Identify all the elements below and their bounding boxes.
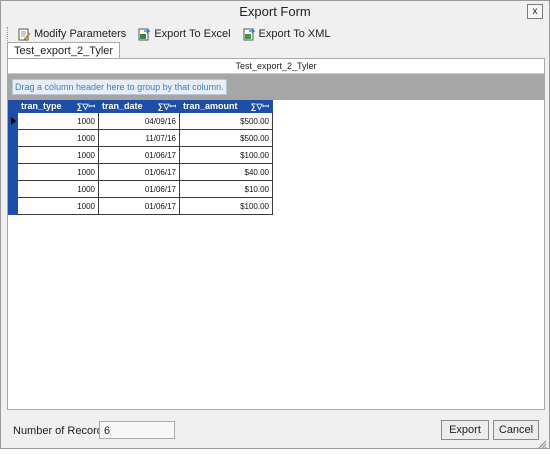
cell-tran-date[interactable]: 11/07/16 [98, 129, 180, 147]
window-title: Export Form [239, 4, 311, 19]
row-selector[interactable] [8, 146, 18, 164]
cancel-button[interactable]: Cancel [493, 420, 539, 440]
cell-tran-amount[interactable]: $40.00 [179, 163, 273, 181]
export-button[interactable]: Export [441, 420, 489, 440]
export-to-excel-button[interactable]: Export To Excel [138, 28, 231, 41]
export-form-window: Export Form x Modify Parameters Export T… [0, 0, 550, 449]
modify-parameters-label: Modify Parameters [34, 28, 127, 40]
sum-filter-pin-icon[interactable]: ∑▽ꟷ [158, 101, 176, 112]
table-row[interactable]: 1000 01/06/17 $40.00 [8, 163, 273, 181]
row-selector[interactable] [8, 180, 18, 198]
grid-caption: Test_export_2_Tyler [8, 59, 544, 74]
cell-tran-date[interactable]: 01/06/17 [98, 197, 180, 215]
modify-parameters-button[interactable]: Modify Parameters [18, 28, 126, 41]
table-row[interactable]: 1000 01/06/17 $10.00 [8, 180, 273, 198]
group-by-hint: Drag a column header here to group by th… [12, 79, 227, 95]
cell-tran-date[interactable]: 04/09/16 [98, 112, 180, 130]
row-selector[interactable] [8, 163, 18, 181]
excel-export-icon [138, 28, 151, 41]
table-row[interactable]: 1000 01/06/17 $100.00 [8, 197, 273, 215]
cell-tran-amount[interactable]: $500.00 [179, 129, 273, 147]
tab-test-export[interactable]: Test_export_2_Tyler [7, 42, 121, 59]
table-row[interactable]: 1000 11/07/16 $500.00 [8, 129, 273, 147]
resize-grip-icon[interactable] [537, 436, 547, 449]
cell-tran-amount[interactable]: $500.00 [179, 112, 273, 130]
sum-filter-pin-icon[interactable]: ∑▽ꟷ [251, 101, 269, 112]
data-grid: tran_type ∑▽ꟷ tran_date ∑▽ꟷ tran_amount … [8, 100, 273, 215]
cell-tran-type[interactable]: 1000 [17, 129, 99, 147]
export-to-xml-label: Export To XML [258, 28, 331, 40]
row-selector[interactable] [8, 112, 18, 130]
tab-strip: Test_export_2_Tyler [7, 42, 543, 59]
cell-tran-amount[interactable]: $100.00 [179, 197, 273, 215]
cell-tran-type[interactable]: 1000 [17, 146, 99, 164]
column-header-label: tran_date [102, 101, 143, 111]
table-row[interactable]: 1000 01/06/17 $100.00 [8, 146, 273, 164]
cell-tran-date[interactable]: 01/06/17 [98, 180, 180, 198]
cell-tran-date[interactable]: 01/06/17 [98, 146, 180, 164]
title-bar: Export Form x [1, 1, 549, 23]
export-to-excel-label: Export To Excel [154, 28, 231, 40]
row-selector[interactable] [8, 129, 18, 147]
column-header-label: tran_amount [183, 101, 238, 111]
column-header-tran-date[interactable]: tran_date ∑▽ꟷ [98, 100, 180, 113]
table-row[interactable]: 1000 04/09/16 $500.00 [8, 112, 273, 130]
cell-tran-type[interactable]: 1000 [17, 163, 99, 181]
toolbar: Modify Parameters Export To Excel Export… [7, 25, 343, 43]
edit-document-icon [18, 28, 31, 41]
cell-tran-date[interactable]: 01/06/17 [98, 163, 180, 181]
toolbar-grip-icon[interactable] [7, 27, 12, 41]
number-of-records-label: Number of Records [13, 425, 109, 437]
export-to-xml-button[interactable]: Export To XML [243, 28, 331, 41]
tab-panel: Test_export_2_Tyler Drag a column header… [7, 58, 545, 410]
current-row-arrow-icon [11, 117, 16, 125]
cell-tran-type[interactable]: 1000 [17, 180, 99, 198]
column-header-tran-amount[interactable]: tran_amount ∑▽ꟷ [179, 100, 273, 113]
row-selector[interactable] [8, 197, 18, 215]
xml-export-icon [243, 28, 255, 41]
cell-tran-type[interactable]: 1000 [17, 112, 99, 130]
sum-filter-pin-icon[interactable]: ∑▽ꟷ [77, 101, 95, 112]
number-of-records-field: 6 [99, 421, 175, 439]
close-button[interactable]: x [527, 4, 543, 19]
row-selector-header [8, 100, 18, 113]
group-by-area[interactable]: Drag a column header here to group by th… [8, 74, 544, 100]
footer-bar: Number of Records 6 Export Cancel [1, 413, 549, 449]
column-header-label: tran_type [21, 101, 62, 111]
column-header-tran-type[interactable]: tran_type ∑▽ꟷ [17, 100, 99, 113]
cell-tran-type[interactable]: 1000 [17, 197, 99, 215]
cell-tran-amount[interactable]: $10.00 [179, 180, 273, 198]
cell-tran-amount[interactable]: $100.00 [179, 146, 273, 164]
